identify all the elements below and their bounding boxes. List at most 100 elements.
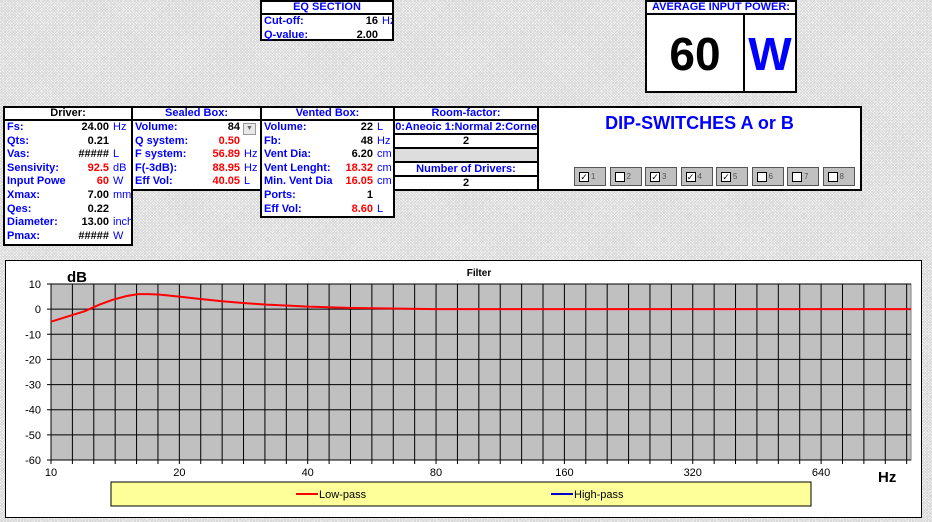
- dip-switch-2[interactable]: 2: [609, 167, 642, 186]
- row-value[interactable]: 84: [178, 121, 240, 135]
- row-value: 88.95: [212, 161, 240, 174]
- row-value[interactable]: 48: [281, 135, 373, 149]
- dip-label: 3: [662, 172, 667, 181]
- row-unit: [109, 135, 131, 149]
- checkbox-icon[interactable]: [756, 171, 767, 182]
- row-label: Vas:: [7, 148, 30, 161]
- row-unit: Hz: [382, 15, 392, 27]
- row-unit: Hz: [377, 134, 391, 147]
- dip-switch-3[interactable]: ✓ 3: [645, 167, 677, 186]
- row-unit: W: [113, 229, 124, 242]
- dip-label: 2: [626, 172, 631, 181]
- row-unit: dB: [113, 161, 127, 174]
- row-value: 16.05: [345, 175, 373, 188]
- row-label: Volume:: [264, 121, 307, 133]
- row-value[interactable]: 2.00: [308, 29, 378, 43]
- table-row: Qts: 0.21: [5, 135, 131, 149]
- row-value[interactable]: 22: [307, 121, 373, 135]
- x-tick-label: 320: [684, 467, 702, 479]
- dip-switch-4[interactable]: ✓ 4: [680, 167, 713, 186]
- dip-label: 5: [733, 172, 738, 181]
- table-row: Vent Lenght: 18.32 cm: [262, 162, 393, 176]
- dip-switch-5[interactable]: ✓ 5: [716, 167, 748, 186]
- row-unit: inch: [113, 216, 131, 229]
- row-label: Qts:: [7, 134, 29, 147]
- row-label: Diameter:: [7, 216, 58, 229]
- room-factor-title: Room-factor:: [395, 108, 537, 121]
- row-label: Sensivity:: [7, 161, 59, 174]
- row-label: F(-3dB):: [135, 161, 178, 174]
- row-unit: [240, 135, 260, 149]
- y-tick-label: -10: [25, 329, 41, 341]
- eq-section: EQ SECTION Cut-off:16 Hz Q-value:2.00: [260, 0, 394, 41]
- table-row: Fb: 48 Hz: [262, 135, 393, 149]
- row-unit: [378, 29, 392, 43]
- x-tick-label: 10: [45, 467, 57, 479]
- checkbox-icon[interactable]: ✓: [721, 171, 731, 182]
- table-row: Vas: ##### L: [5, 148, 131, 162]
- legend: [110, 481, 812, 507]
- checkbox-icon[interactable]: [792, 171, 802, 182]
- plot-area: [50, 283, 912, 461]
- row-label: Fs:: [7, 121, 24, 133]
- table-row: Xmax: 7.00 mm: [5, 189, 131, 203]
- table-row: Ports: 1: [262, 189, 393, 203]
- row-value[interactable]: 16: [304, 15, 378, 29]
- volume-dropdown-button[interactable]: ▼: [243, 123, 256, 135]
- sealed-box-table: Sealed Box: Volume: 84 Q system: 0.50 F syst…: [131, 106, 262, 191]
- driver-title: Driver:: [5, 108, 131, 121]
- table-row: Q-value: 2.00: [262, 29, 392, 43]
- row-value[interactable]: 24.00: [24, 121, 109, 135]
- y-tick-label: 0: [35, 304, 41, 316]
- table-row: Cut-off:16 Hz: [262, 15, 392, 29]
- checkbox-icon[interactable]: ✓: [685, 171, 696, 182]
- dip-switch-6[interactable]: 6: [751, 167, 784, 186]
- dip-label: 7: [804, 172, 809, 181]
- x-tick-label: 640: [812, 467, 830, 479]
- dip-switch-7[interactable]: 7: [787, 167, 819, 186]
- table-row: Sensivity: 92.5 dB: [5, 162, 131, 176]
- checkbox-icon[interactable]: [827, 171, 838, 182]
- dip-label: 8: [839, 172, 844, 181]
- row-value[interactable]: 0.22: [31, 203, 109, 217]
- sealed-title: Sealed Box:: [133, 108, 260, 121]
- chart-title: Filter: [467, 268, 492, 279]
- row-value[interactable]: 6.20: [311, 148, 373, 162]
- row-label: Pmax:: [7, 229, 41, 242]
- dip-switch-1[interactable]: ✓ 1: [574, 167, 606, 186]
- checkbox-icon[interactable]: ✓: [650, 171, 660, 182]
- row-label: Vent Dia:: [264, 148, 312, 161]
- row-value[interactable]: 13.00: [58, 216, 109, 230]
- row-label: Xmax:: [7, 188, 41, 201]
- row-value: 0.50: [218, 134, 240, 147]
- table-row: Diameter: 13.00 inch: [5, 216, 131, 230]
- y-axis-label: dB: [67, 269, 87, 286]
- legend-label: High-pass: [574, 489, 624, 501]
- dip-switch-8[interactable]: 8: [822, 167, 855, 186]
- row-label: Fb:: [264, 134, 282, 147]
- y-tick-label: -60: [25, 455, 41, 467]
- filter-chart: 10 0 -10 -20 -30 -40 -50 -60 10 20 40 80 160 320 640 dB…: [25, 268, 912, 507]
- row-unit: L: [377, 121, 384, 133]
- dip-label: 1: [591, 172, 596, 181]
- row-value: 8.60: [351, 202, 373, 215]
- room-factor-value[interactable]: 2: [395, 135, 537, 149]
- row-unit: [373, 189, 393, 203]
- checkbox-icon[interactable]: ✓: [579, 171, 589, 182]
- row-label: Qes:: [7, 202, 32, 215]
- drivers-title: Number of Drivers:: [395, 163, 537, 177]
- x-tick-label: 40: [302, 467, 314, 479]
- drivers-value[interactable]: 2: [395, 177, 537, 189]
- checkbox-icon[interactable]: [614, 171, 625, 182]
- row-value[interactable]: #####: [30, 148, 109, 162]
- row-value[interactable]: 0.21: [29, 135, 109, 149]
- row-value[interactable]: #####: [40, 230, 109, 244]
- row-unit: [109, 203, 131, 217]
- driver-table: Driver: Fs: 24.00 Hz Qts: 0.21 Vas: ##### L Sens…: [3, 106, 133, 246]
- row-unit: cm: [377, 148, 392, 161]
- row-value[interactable]: 1: [296, 189, 373, 203]
- spacer: [395, 149, 537, 163]
- row-value[interactable]: 7.00: [40, 189, 109, 203]
- average-input-power: AVERAGE INPUT POWER: 60 W: [645, 0, 797, 93]
- x-tick-label: 160: [555, 467, 573, 479]
